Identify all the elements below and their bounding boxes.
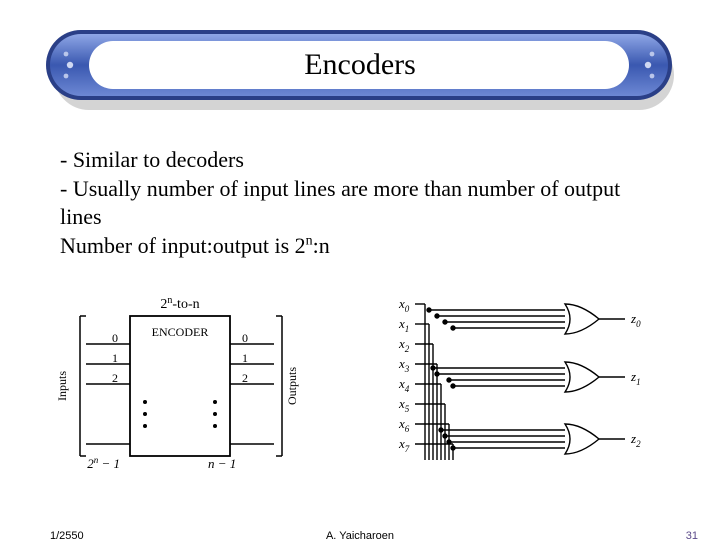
svg-text:x6: x6 <box>398 416 410 434</box>
body-line-2: - Usually number of input lines are more… <box>60 175 650 232</box>
svg-text:z2: z2 <box>630 431 641 449</box>
svg-text:Inputs: Inputs <box>55 371 69 401</box>
svg-text:x5: x5 <box>398 396 410 414</box>
svg-text:1: 1 <box>112 351 118 365</box>
svg-text:x7: x7 <box>398 436 410 454</box>
svg-text:x0: x0 <box>398 296 410 314</box>
body-line-3: Number of input:output is 2n:n <box>60 232 650 261</box>
svg-text:0: 0 <box>242 331 248 345</box>
or-gate-diagram: x0 x1 x2 x3 x4 x5 x6 x7 <box>398 296 641 460</box>
svg-text:2: 2 <box>242 371 248 385</box>
body-text: - Similar to decoders - Usually number o… <box>60 146 650 260</box>
svg-text:x3: x3 <box>398 356 410 374</box>
svg-text:2n-to-n: 2n-to-n <box>160 295 199 312</box>
encoder-block-diagram: 2n-to-n ENCODER Inputs Outputs 0 1 <box>55 295 299 471</box>
svg-text:1: 1 <box>242 351 248 365</box>
slide-title: Encoders <box>44 28 676 102</box>
body-line-1: - Similar to decoders <box>60 146 650 175</box>
svg-text:z1: z1 <box>630 369 641 387</box>
svg-text:2n − 1: 2n − 1 <box>87 455 120 471</box>
svg-text:z0: z0 <box>630 311 641 329</box>
svg-text:x1: x1 <box>398 316 409 334</box>
footer-author: A. Yaicharoen <box>0 530 720 540</box>
svg-text:n − 1: n − 1 <box>208 456 236 471</box>
svg-text:x4: x4 <box>398 376 410 394</box>
diagram-row: 2n-to-n ENCODER Inputs Outputs 0 1 <box>50 290 690 480</box>
svg-text:ENCODER: ENCODER <box>152 325 209 339</box>
svg-text:0: 0 <box>112 331 118 345</box>
svg-text:x2: x2 <box>398 336 410 354</box>
slide-number: 31 <box>686 530 698 540</box>
svg-text:2: 2 <box>112 371 118 385</box>
svg-text:Outputs: Outputs <box>285 367 299 405</box>
title-container: Encoders <box>44 28 676 102</box>
